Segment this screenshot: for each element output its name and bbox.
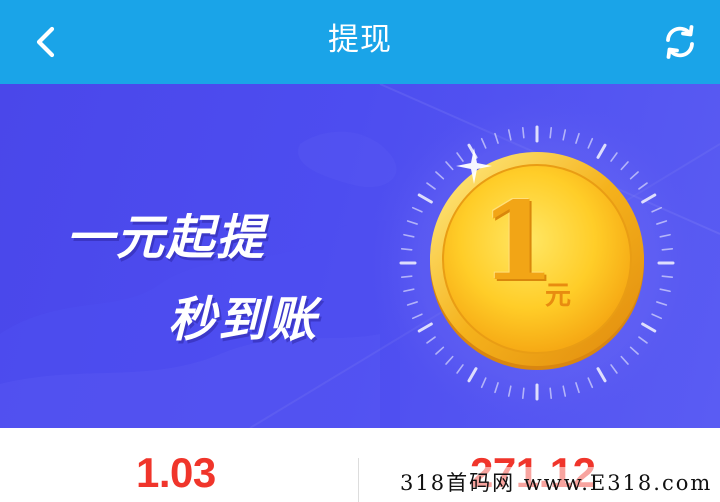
dial-tick	[480, 377, 487, 389]
withdraw-promo-banner: 一元起提 秒到账 1 元	[0, 84, 720, 428]
dial-tick	[400, 247, 413, 251]
slogan-one-yuan-withdraw: 一元起提	[66, 210, 267, 266]
withdrawable-amount: 1.03	[136, 449, 216, 496]
stats-divider	[358, 458, 359, 502]
dial-tick	[661, 275, 674, 279]
dial-tick	[659, 288, 671, 293]
dial-tick	[507, 129, 512, 141]
dial-tick	[521, 387, 525, 400]
dial-tick	[651, 313, 663, 320]
dial-tick	[426, 182, 436, 190]
dial-tick	[467, 367, 478, 383]
dial-tick	[562, 129, 567, 141]
dial-tick	[435, 171, 445, 180]
dial-tick	[480, 137, 487, 149]
dial-tick	[587, 137, 594, 149]
dial-tick	[549, 387, 553, 400]
page-title: 提现	[328, 22, 392, 58]
dial-tick	[521, 126, 525, 139]
dial-tick	[435, 346, 445, 355]
dial-tick	[596, 143, 607, 159]
dial-tick	[494, 132, 499, 144]
dial-tick	[659, 233, 671, 238]
dial-tick	[417, 322, 433, 333]
dial-tick	[575, 382, 580, 394]
dial-tick	[494, 382, 499, 394]
dial-tick	[638, 182, 648, 190]
dial-tick	[411, 206, 423, 213]
dial-tick	[549, 126, 553, 139]
dial-tick	[620, 355, 629, 365]
dial-tick	[445, 161, 454, 171]
coin-amount-unit: 元	[545, 281, 572, 311]
dial-tick	[406, 220, 418, 225]
dial-tick	[445, 355, 454, 365]
coin-amount-number: 1	[480, 179, 556, 305]
dial-tick	[638, 336, 648, 344]
dial-tick	[629, 171, 639, 180]
top-app-bar: 提现	[0, 0, 720, 84]
dial-tick	[411, 313, 423, 320]
dial-tick	[575, 132, 580, 144]
dial-tick	[656, 301, 668, 306]
dial-tick	[661, 247, 674, 251]
refresh-icon[interactable]	[658, 22, 702, 62]
dial-tick	[456, 364, 464, 374]
dial-tick	[610, 364, 618, 374]
dial-tick	[641, 322, 657, 333]
site-watermark: 318首码网 www.E318.com	[400, 467, 713, 497]
dial-tick	[587, 377, 594, 389]
dial-tick	[620, 161, 629, 171]
dial-tick	[426, 336, 436, 344]
dial-tick	[456, 152, 464, 162]
dial-tick	[629, 346, 639, 355]
dial-tick	[403, 288, 415, 293]
dial-tick	[596, 367, 607, 383]
slogan-instant-arrival: 秒到账	[168, 292, 319, 348]
dial-tick	[507, 385, 512, 397]
dial-tick	[403, 233, 415, 238]
dial-tick	[562, 385, 567, 397]
dial-tick	[610, 152, 618, 162]
dial-tick	[417, 193, 433, 204]
dial-tick	[651, 206, 663, 213]
dial-tick	[656, 220, 668, 225]
dial-tick	[400, 275, 413, 279]
dial-tick	[641, 193, 657, 204]
dial-tick	[406, 301, 418, 306]
